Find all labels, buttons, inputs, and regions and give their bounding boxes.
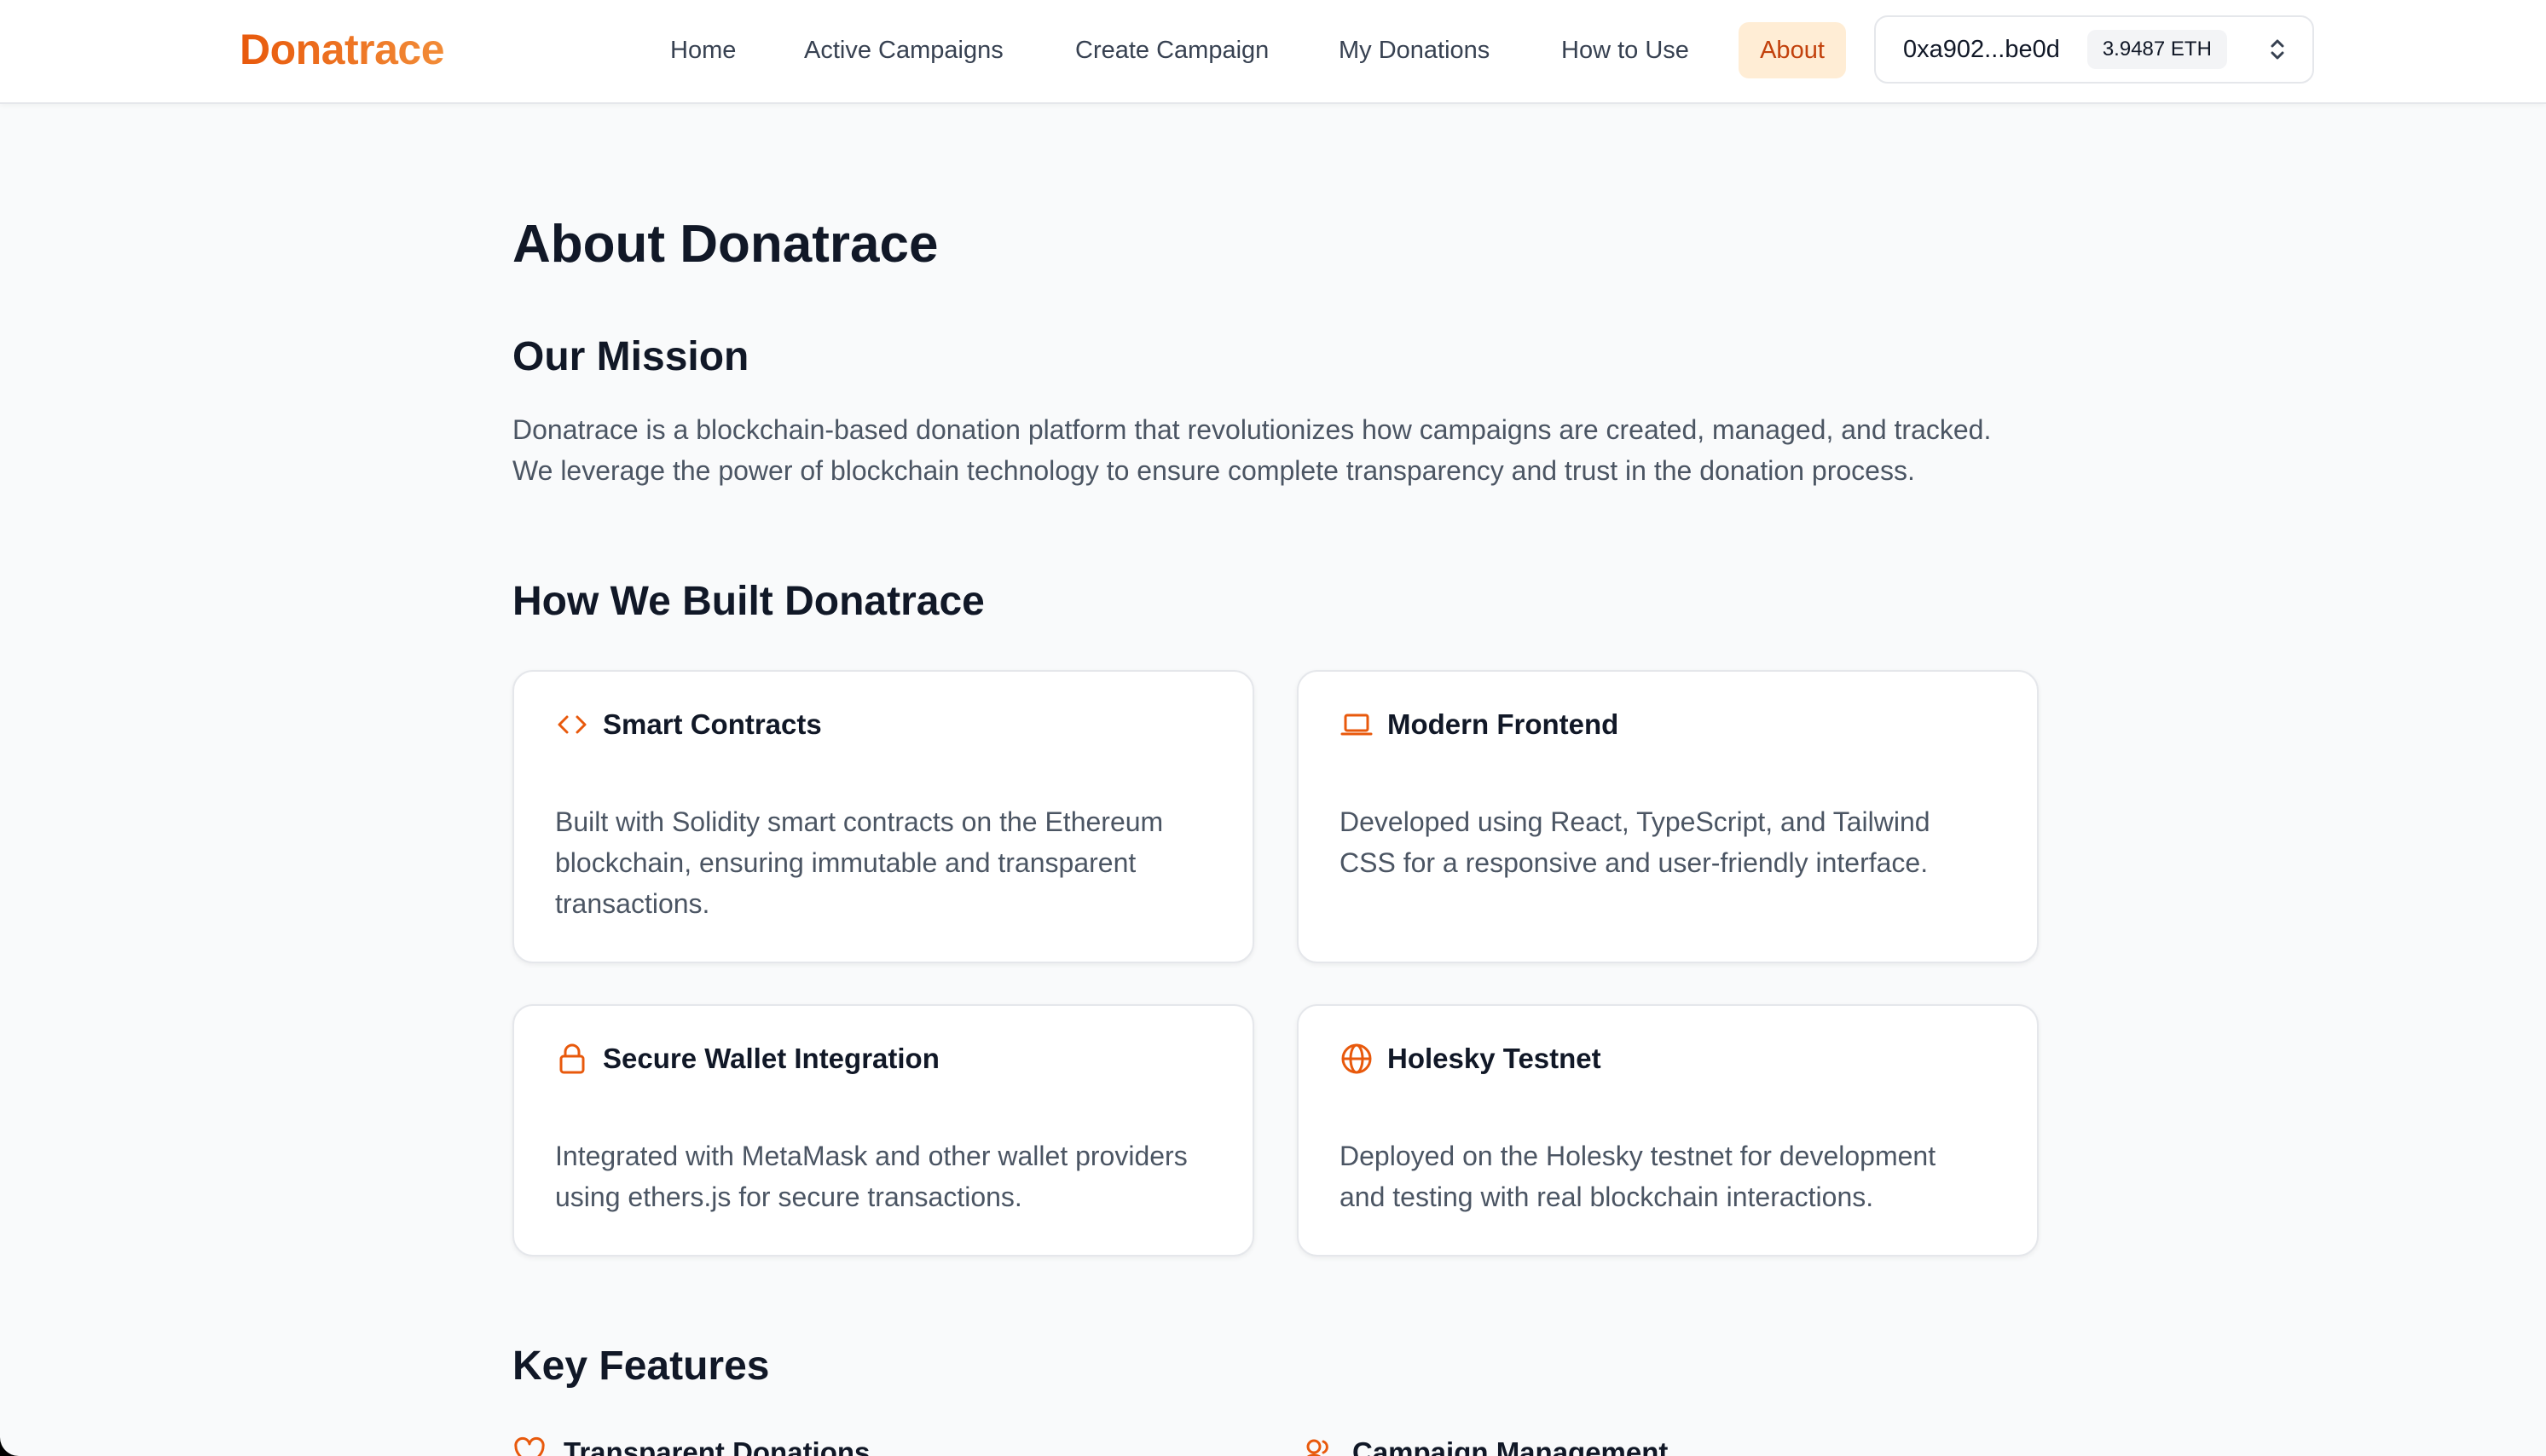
desc-line: blockchain, ensuring immutable and trans…	[555, 847, 1137, 878]
page-title: About Donatrace	[512, 215, 939, 274]
nav-active-campaigns[interactable]: Active Campaigns	[784, 22, 1024, 78]
mission-line: Donatrace is a blockchain-based donation…	[512, 414, 1992, 445]
desc-line: and testing with real blockchain interac…	[1340, 1182, 1874, 1212]
mission-text: Donatrace is a blockchain-based donation…	[512, 409, 2047, 491]
top-navbar: Donatrace Home Active Campaigns Create C…	[0, 0, 2546, 104]
feature-title: Campaign Management	[1352, 1436, 1669, 1456]
mission-line: We leverage the power of blockchain tech…	[512, 455, 1915, 486]
desc-line: transactions.	[555, 888, 710, 919]
desc-line: CSS for a responsive and user-friendly i…	[1340, 847, 1929, 878]
card-title: Holesky Testnet	[1387, 1043, 1601, 1074]
wallet-account-button[interactable]: 0xa902...be0d 3.9487 ETH	[1874, 15, 2314, 84]
features-heading: Key Features	[512, 1343, 770, 1389]
card-description: Integrated with MetaMask and other walle…	[555, 1135, 1220, 1217]
feature-campaign-management: Campaign Management	[1301, 1434, 1668, 1456]
desc-line: Deployed on the Holesky testnet for deve…	[1340, 1141, 1936, 1171]
nav-create-campaign[interactable]: Create Campaign	[1055, 22, 1289, 78]
card-smart-contracts: Smart Contracts Built with Solidity smar…	[512, 670, 1254, 963]
wallet-balance-badge: 3.9487 ETH	[2086, 30, 2227, 69]
card-title: Smart Contracts	[603, 708, 822, 740]
desc-line: Developed using React, TypeScript, and T…	[1340, 806, 1930, 837]
card-secure-wallet: Secure Wallet Integration Integrated wit…	[512, 1004, 1254, 1257]
card-description: Deployed on the Holesky testnet for deve…	[1340, 1135, 2005, 1217]
card-header: Secure Wallet Integration	[555, 1040, 940, 1078]
chevron-up-down-icon	[2271, 39, 2284, 60]
nav-my-donations[interactable]: My Donations	[1318, 22, 1510, 78]
nav-home[interactable]: Home	[650, 22, 756, 78]
code-icon	[558, 715, 587, 734]
globe-icon	[1341, 1043, 1372, 1074]
brand-logo[interactable]: Donatrace	[240, 24, 445, 75]
users-icon	[1306, 1439, 1328, 1456]
feature-title: Transparent Donations	[564, 1436, 871, 1456]
card-header: Smart Contracts	[555, 706, 822, 743]
card-header: Holesky Testnet	[1340, 1040, 1601, 1078]
desc-line: using ethers.js for secure transactions.	[555, 1182, 1022, 1212]
mission-heading: Our Mission	[512, 334, 749, 379]
card-header: Modern Frontend	[1340, 706, 1618, 743]
card-modern-frontend: Modern Frontend Developed using React, T…	[1297, 670, 2039, 963]
nav-how-to-use[interactable]: How to Use	[1541, 22, 1710, 78]
card-title: Modern Frontend	[1387, 708, 1619, 740]
desc-line: Built with Solidity smart contracts on t…	[555, 806, 1164, 837]
card-description: Built with Solidity smart contracts on t…	[555, 801, 1220, 924]
app-window: Donatrace Home Active Campaigns Create C…	[0, 0, 2546, 1456]
heart-icon	[514, 1436, 545, 1456]
card-description: Developed using React, TypeScript, and T…	[1340, 801, 2005, 883]
desc-line: Integrated with MetaMask and other walle…	[555, 1141, 1188, 1171]
card-holesky-testnet: Holesky Testnet Deployed on the Holesky …	[1297, 1004, 2039, 1257]
card-title: Secure Wallet Integration	[603, 1043, 940, 1074]
lock-icon	[559, 1043, 585, 1074]
wallet-address: 0xa902...be0d	[1903, 35, 2060, 63]
nav-about[interactable]: About	[1739, 22, 1846, 78]
built-heading: How We Built Donatrace	[512, 579, 985, 624]
feature-transparent-donations: Transparent Donations	[512, 1434, 870, 1456]
laptop-icon	[1340, 714, 1373, 736]
